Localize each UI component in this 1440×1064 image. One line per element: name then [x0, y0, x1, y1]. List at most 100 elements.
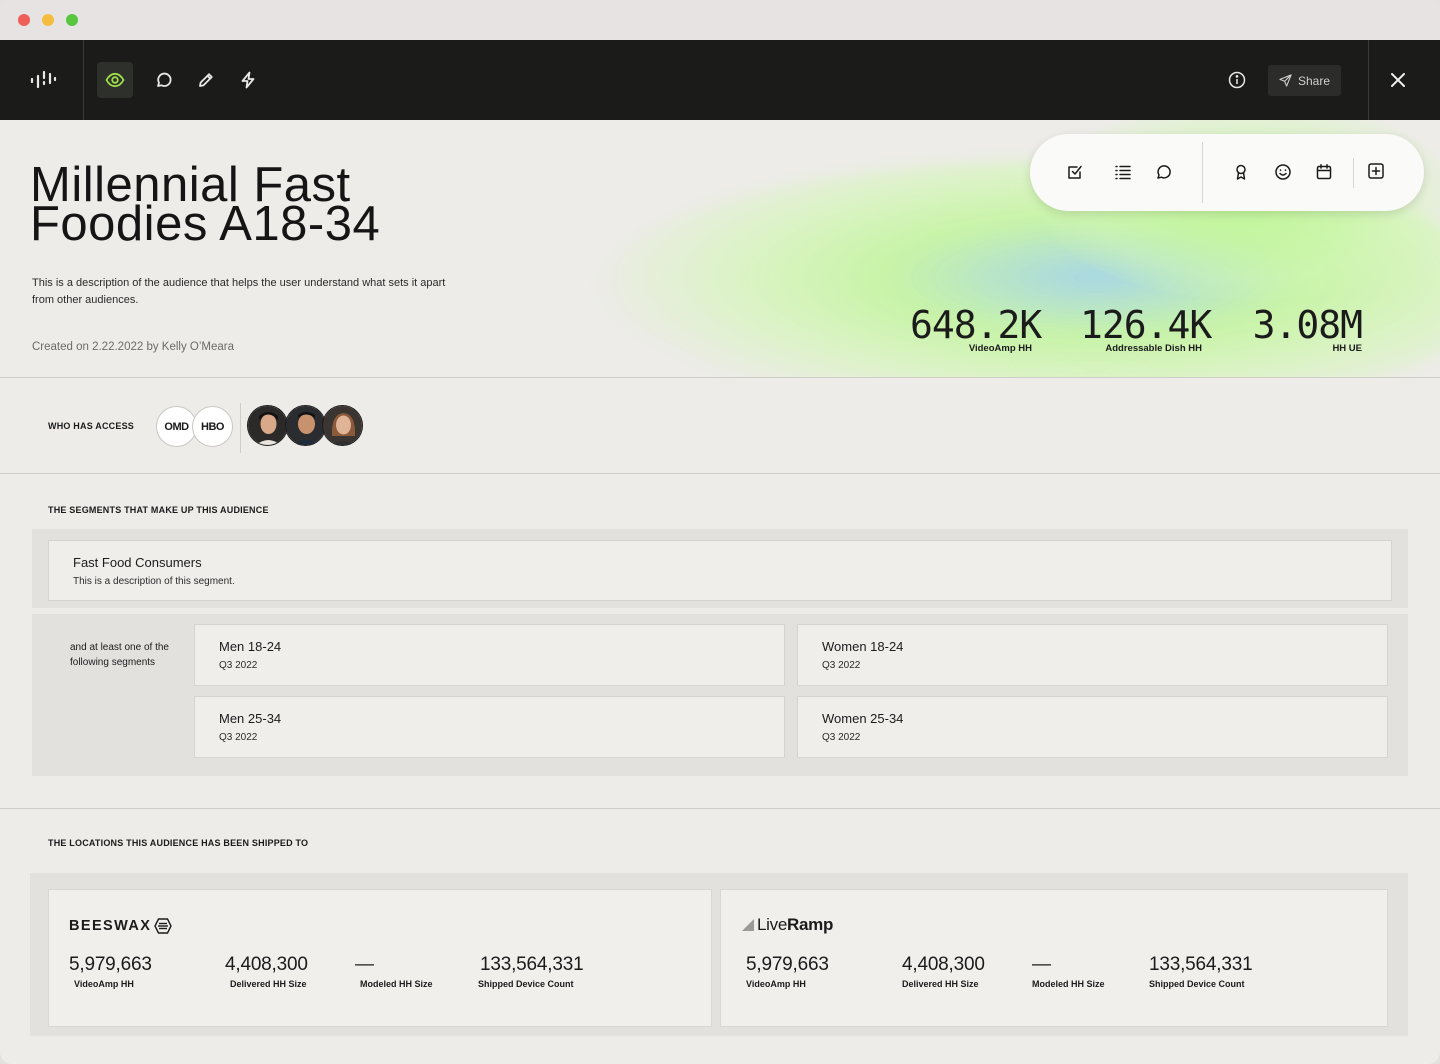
comment-mode-button[interactable] [146, 62, 182, 98]
metric-label: Modeled HH Size [360, 979, 433, 989]
metric-shipped-device-count: 133,564,331 Shipped Device Count [478, 954, 584, 989]
metric-modeled-hh-size: — Modeled HH Size [1032, 954, 1105, 989]
eye-icon [105, 72, 125, 88]
metric-label: Delivered HH Size [230, 979, 307, 989]
access-label: WHO HAS ACCESS [48, 421, 134, 431]
metric-value: 5,979,663 [69, 954, 152, 975]
list-button[interactable] [1113, 162, 1133, 182]
metric-value: — [1032, 954, 1051, 975]
segment-name: Women 25-34 [822, 711, 904, 726]
chat-bubble-icon [1157, 165, 1171, 179]
section-divider [0, 808, 1440, 809]
reactions-button[interactable] [1273, 162, 1293, 182]
metric-shipped-device-count: 133,564,331 Shipped Device Count [1149, 954, 1253, 989]
info-button[interactable] [1219, 62, 1255, 98]
org-name: OMD [164, 420, 189, 433]
comments-button[interactable] [1154, 162, 1174, 182]
locations-label: THE LOCATIONS THIS AUDIENCE HAS BEEN SHI… [48, 838, 309, 848]
stat-videoamp-hh: 648.2K VideoAmp HH [910, 303, 1042, 354]
stat-value: 648.2K [910, 303, 1042, 347]
share-button[interactable]: Share [1268, 65, 1341, 96]
window-titlebar [0, 0, 1440, 40]
metric-videoamp-hh: 5,979,663 VideoAmp HH [69, 954, 152, 989]
stat-addressable-dish-hh: 126.4K Addressable Dish HH [1080, 303, 1212, 354]
segment-period: Q3 2022 [219, 732, 258, 743]
metric-value: 5,979,663 [746, 954, 829, 975]
org-name: HBO [201, 420, 224, 433]
audience-description: This is a description of the audience th… [32, 277, 446, 306]
top-toolbar: Share [0, 40, 1440, 120]
edit-mode-button[interactable] [188, 62, 224, 98]
stat-value: 126.4K [1080, 303, 1212, 347]
videoamp-logo-icon [30, 70, 57, 89]
stat-hh-ue: 3.08M HH UE [1240, 303, 1363, 354]
user-avatar[interactable] [322, 405, 363, 446]
lightning-bolt-icon [241, 71, 255, 89]
person-photo-icon [286, 406, 325, 445]
segment-name: Women 18-24 [822, 639, 904, 654]
checklist-button[interactable] [1065, 162, 1085, 182]
segment-card[interactable]: Fast Food Consumers This is a descriptio… [48, 540, 1392, 601]
minimize-window-button[interactable] [42, 14, 54, 26]
segment-name: Fast Food Consumers [73, 555, 202, 570]
locations-group: BEESWAX 5,979,663 VideoAmp HH 4,408,300 … [30, 873, 1408, 1036]
schedule-button[interactable] [1314, 162, 1334, 182]
metric-delivered-hh-size: 4,408,300 Delivered HH Size [225, 954, 308, 989]
org-avatar-hbo[interactable]: HBO [192, 406, 233, 447]
user-avatar[interactable] [285, 405, 326, 446]
close-button[interactable] [1384, 66, 1412, 94]
primary-segment-group: Fast Food Consumers This is a descriptio… [32, 529, 1408, 608]
segment-condition-text: and at least one of the following segmen… [70, 642, 169, 668]
destination-card-beeswax[interactable]: BEESWAX 5,979,663 VideoAmp HH 4,408,300 … [48, 889, 712, 1027]
destination-name-light: Live [757, 915, 787, 934]
metric-label: Delivered HH Size [902, 979, 979, 989]
share-label: Share [1297, 73, 1331, 88]
segment-period: Q3 2022 [822, 732, 861, 743]
segment-card[interactable]: Men 25-34 Q3 2022 [194, 696, 785, 758]
chat-bubble-icon [157, 72, 172, 87]
toolbar-divider [1368, 40, 1369, 120]
segment-card[interactable]: Women 25-34 Q3 2022 [797, 696, 1388, 758]
zoom-window-button[interactable] [66, 14, 78, 26]
segment-name: Men 18-24 [219, 639, 282, 654]
metric-delivered-hh-size: 4,408,300 Delivered HH Size [902, 954, 985, 989]
metric-value: 4,408,300 [902, 954, 985, 975]
plus-square-icon [1368, 163, 1384, 179]
segment-description: This is a description of this segment. [73, 576, 235, 587]
floating-divider [1202, 142, 1203, 203]
activate-button[interactable] [230, 62, 266, 98]
info-icon [1228, 71, 1246, 89]
close-icon [1391, 73, 1405, 87]
award-button[interactable] [1231, 162, 1251, 182]
liveramp-mark-icon [742, 919, 754, 931]
access-divider [240, 403, 241, 453]
ribbon-award-icon [1236, 164, 1246, 180]
metric-value: 133,564,331 [1149, 954, 1253, 975]
optional-segment-group: and at least one of the following segmen… [32, 614, 1408, 776]
person-photo-icon [323, 406, 362, 445]
view-mode-button[interactable] [97, 62, 133, 98]
segment-period: Q3 2022 [822, 660, 861, 671]
segment-card[interactable]: Women 18-24 Q3 2022 [797, 624, 1388, 686]
smiley-icon [1275, 164, 1291, 180]
org-avatar-omd[interactable]: OMD [156, 406, 197, 447]
metric-label: Modeled HH Size [1032, 979, 1105, 989]
close-window-button[interactable] [18, 14, 30, 26]
metric-label: VideoAmp HH [74, 979, 134, 989]
list-icon [1115, 165, 1131, 180]
segments-label: THE SEGMENTS THAT MAKE UP THIS AUDIENCE [48, 505, 269, 515]
beeswax-hexagon-icon [154, 918, 173, 934]
floating-divider [1353, 158, 1354, 188]
person-photo-icon [248, 406, 287, 445]
user-avatar[interactable] [247, 405, 288, 446]
stat-value: 3.08M [1252, 303, 1363, 347]
destination-name-bold: Ramp [787, 915, 834, 934]
metric-videoamp-hh: 5,979,663 VideoAmp HH [746, 954, 829, 989]
destination-card-liveramp[interactable]: LiveRamp 5,979,663 VideoAmp HH 4,408,300… [720, 889, 1388, 1027]
access-section: WHO HAS ACCESS OMD HBO [0, 379, 1440, 474]
segment-card[interactable]: Men 18-24 Q3 2022 [194, 624, 785, 686]
destination-name: BEESWAX [69, 918, 152, 934]
toolbar-divider [83, 40, 84, 120]
metric-label: Shipped Device Count [1149, 979, 1245, 989]
add-button[interactable] [1366, 161, 1386, 181]
